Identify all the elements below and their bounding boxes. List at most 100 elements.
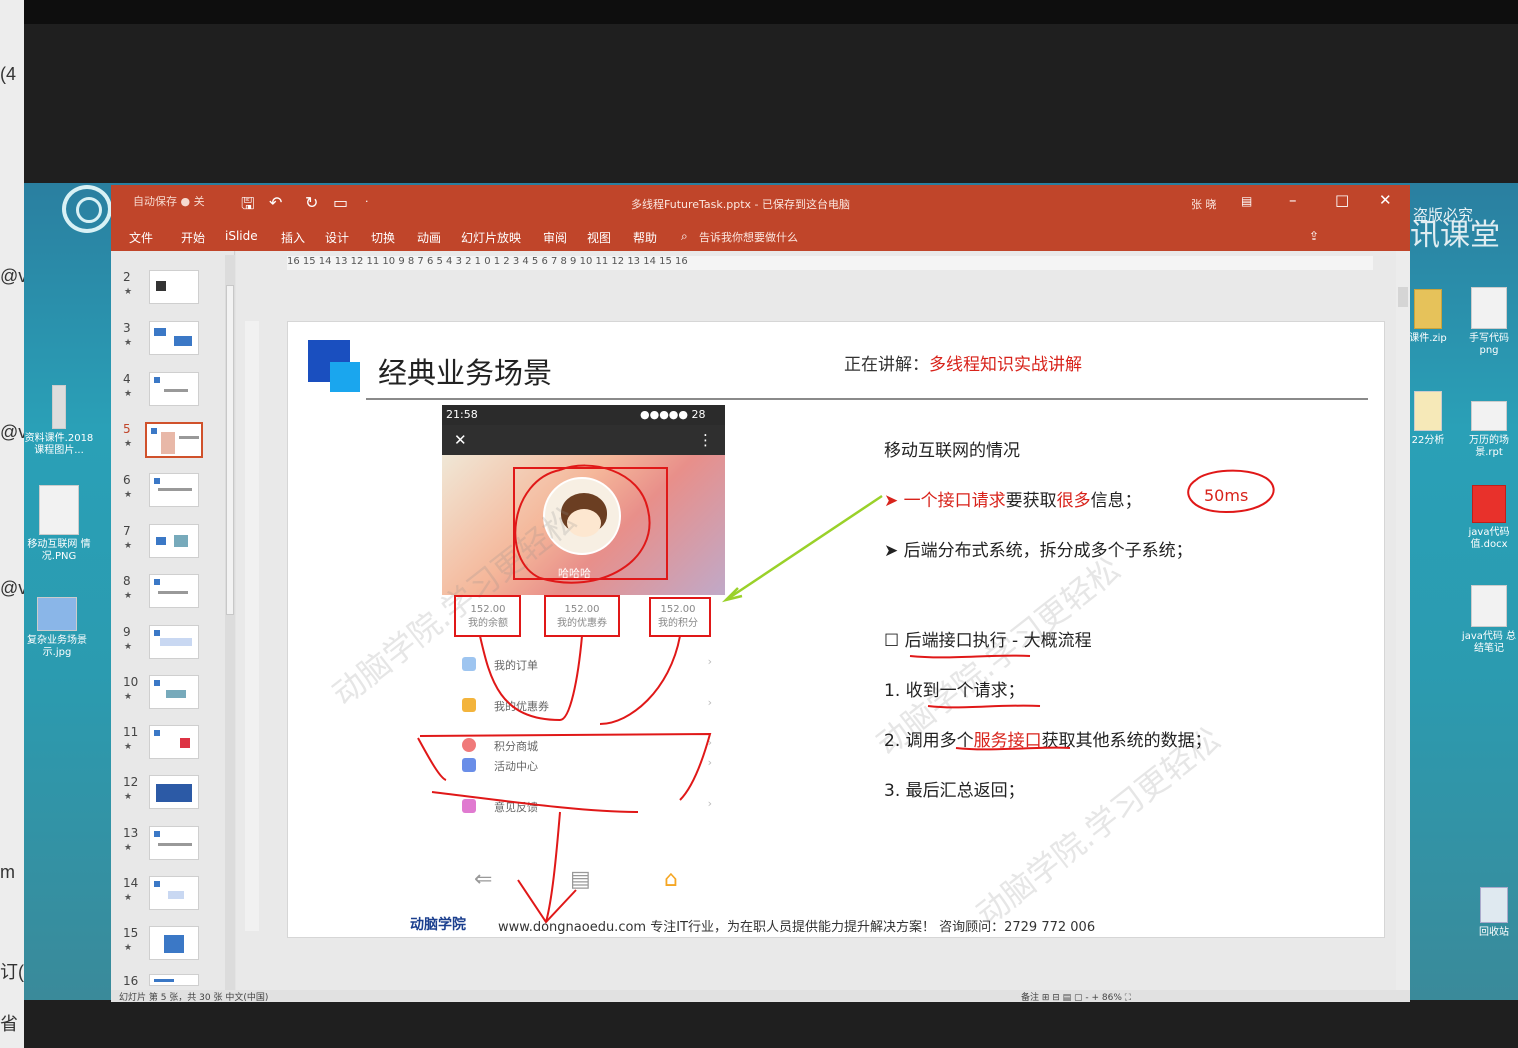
profile-name: 哈哈哈 (558, 567, 591, 580)
bullet-text: 请求 (971, 491, 1006, 511)
tab-islide[interactable]: iSlide (225, 229, 258, 243)
list-item-label: 意见反馈 (494, 801, 538, 814)
undo-icon[interactable]: ↶ (269, 193, 282, 212)
transition-star-icon: ★ (124, 389, 133, 399)
slide-scrollbar[interactable] (1396, 251, 1410, 991)
ribbon-display-icon[interactable]: ▤ (1241, 194, 1252, 208)
transition-star-icon: ★ (124, 338, 133, 348)
autosave-toggle[interactable]: 自动保存 ● 关 (133, 193, 205, 209)
strip-text: m (0, 862, 15, 882)
tab-view[interactable]: 视图 (587, 229, 611, 246)
slide-thumbnail-active[interactable]: 5 ★ (119, 422, 219, 462)
player-top-bar (0, 0, 1518, 24)
customize-qat-icon[interactable]: · (365, 195, 369, 208)
slide-thumbnail[interactable]: 7 ★ (119, 524, 219, 564)
tell-me-input[interactable]: 告诉我你想要做什么 (699, 229, 798, 245)
minimize-icon[interactable]: – (1289, 191, 1297, 209)
close-icon[interactable]: ✕ (1379, 191, 1392, 209)
desktop-icon[interactable]: java代码 总结笔记 (1460, 585, 1518, 655)
share-icon[interactable]: ⇪ (1309, 229, 1319, 243)
tab-help[interactable]: 帮助 (633, 229, 657, 246)
slide-thumbnail[interactable]: 12 ★ (119, 775, 219, 815)
slide-number: 10 (123, 675, 139, 689)
desktop-icon-label: java代码 总结笔记 (1461, 631, 1517, 654)
slide-number: 5 (123, 422, 131, 436)
back-icon: ⇐ (474, 867, 493, 892)
slide-thumbnail[interactable]: 4 ★ (119, 372, 219, 412)
slide-thumbnail[interactable]: 13 ★ (119, 826, 219, 866)
speaking-line: 正在讲解：多线程知识实战讲解 (844, 350, 1082, 375)
document-icon: ▤ (570, 867, 591, 892)
xmind-file-icon (1472, 485, 1506, 523)
desktop-icon[interactable]: 资料课件.2018 课程图片... (20, 385, 98, 457)
slide-thumbnail[interactable]: 6 ★ (119, 473, 219, 513)
brand-notice: 盗版必究 (1413, 206, 1474, 224)
stat-value: 152.00 (660, 604, 696, 615)
bullet-text: 后端分布式系统，拆分成多个子系统； (903, 541, 1193, 561)
list-item: 活动中心 › (462, 750, 712, 782)
scrollbar-thumb[interactable] (226, 285, 234, 615)
view-controls[interactable]: 备注 ⊞ ⊟ ▤ ▢ - + 86% ⛶ (1021, 990, 1131, 1003)
list-item-label: 活动中心 (494, 760, 538, 773)
speaking-label: 正在讲解： (844, 355, 929, 375)
desktop-icon-label: 回收站 (1479, 927, 1509, 938)
desktop-icon[interactable]: 移动互联网 情况.PNG (20, 485, 98, 563)
step-text: 获取其他系统的数据； (1041, 731, 1212, 751)
transition-star-icon: ★ (124, 692, 133, 702)
strip-text: 省 (0, 1014, 18, 1034)
save-icon[interactable]: 🖫 (241, 193, 255, 220)
desktop-icon[interactable]: java代码 值.docx (1460, 485, 1518, 551)
slide-thumbnail[interactable]: 3 ★ (119, 321, 219, 361)
tab-insert[interactable]: 插入 (281, 229, 305, 246)
desktop-app-icon[interactable] (62, 185, 112, 233)
tab-animations[interactable]: 动画 (417, 229, 441, 246)
slide-thumbnail[interactable]: 14 ★ (119, 876, 219, 916)
slide-thumbnail[interactable]: 8 ★ (119, 574, 219, 614)
title-bar: 自动保存 ● 关 🖫 ↶ ↻ ▭ · 多线程FutureTask.pptx - … (111, 185, 1410, 221)
desktop-icon[interactable]: 复杂业务场景 示.jpg (18, 597, 96, 659)
slide-thumbnail[interactable]: 15 ★ (119, 926, 219, 966)
presentation-icon[interactable]: ▭ (333, 193, 348, 212)
tab-slideshow[interactable]: 幻灯片放映 (461, 229, 521, 246)
ribbon-tabs: 文件 开始 iSlide 插入 设计 切换 动画 幻灯片放映 审阅 视图 帮助 … (111, 221, 1410, 251)
phone-status-bar: 21:58 ●●●●● 28 (442, 405, 725, 425)
slide-number: 13 (123, 826, 139, 840)
slide-thumbnail[interactable]: 11 ★ (119, 725, 219, 765)
thumbnails-scrollbar[interactable] (225, 255, 235, 995)
tab-home[interactable]: 开始 (181, 229, 205, 246)
transition-star-icon: ★ (124, 742, 133, 752)
section-heading: 移动互联网的情况 (884, 441, 1020, 461)
bullet-text: 很多 (1056, 491, 1091, 511)
flow-heading-text: 后端接口执行 - 大概流程 (904, 631, 1092, 651)
slide-number: 2 (123, 270, 131, 284)
desktop-icon[interactable]: 回收站 (1470, 887, 1518, 939)
user-name[interactable]: 张 晓 (1191, 196, 1217, 212)
tab-review[interactable]: 审阅 (543, 229, 567, 246)
transition-star-icon: ★ (124, 541, 133, 551)
list-item: 意见反馈 › (462, 791, 712, 823)
chevron-right-icon: › (707, 756, 712, 769)
desktop-icon[interactable]: 万历的场 景.rpt (1460, 401, 1518, 459)
checkbox-square-icon: ☐ (884, 631, 905, 651)
phone-time: 21:58 (446, 408, 478, 421)
slide-thumbnail[interactable]: 10 ★ (119, 675, 219, 715)
bullet-text: 信息； (1090, 491, 1142, 511)
scrollbar-thumb[interactable] (1398, 287, 1408, 307)
desktop-icon-label: 复杂业务场景 示.jpg (27, 635, 87, 658)
bullet-text: 一个接口 (903, 491, 972, 511)
tab-design[interactable]: 设计 (325, 229, 349, 246)
redo-icon[interactable]: ↻ (305, 193, 318, 212)
desktop-icon[interactable]: 手写代码 png (1460, 287, 1518, 357)
stat-value: 152.00 (564, 604, 600, 615)
slide-number: 4 (123, 372, 131, 386)
maximize-icon[interactable]: □ (1335, 191, 1349, 209)
slide-thumbnail[interactable]: 9 ★ (119, 625, 219, 665)
tab-file[interactable]: 文件 (129, 229, 153, 246)
search-icon[interactable]: ⌕ (681, 229, 688, 244)
tab-transitions[interactable]: 切换 (371, 229, 395, 246)
phone-screenshot: 21:58 ●●●●● 28 ✕ ⋮ 哈哈哈 152.00 我的余额 152.00… (442, 405, 725, 905)
slide-thumbnail[interactable]: 2 ★ (119, 270, 219, 310)
slide-canvas[interactable]: 经典业务场景 正在讲解：多线程知识实战讲解 21:58 ●●●●● 28 ✕ ⋮… (287, 321, 1385, 938)
transition-star-icon: ★ (124, 843, 133, 853)
flow-heading: ☐ 后端接口执行 - 大概流程 (884, 626, 1092, 651)
